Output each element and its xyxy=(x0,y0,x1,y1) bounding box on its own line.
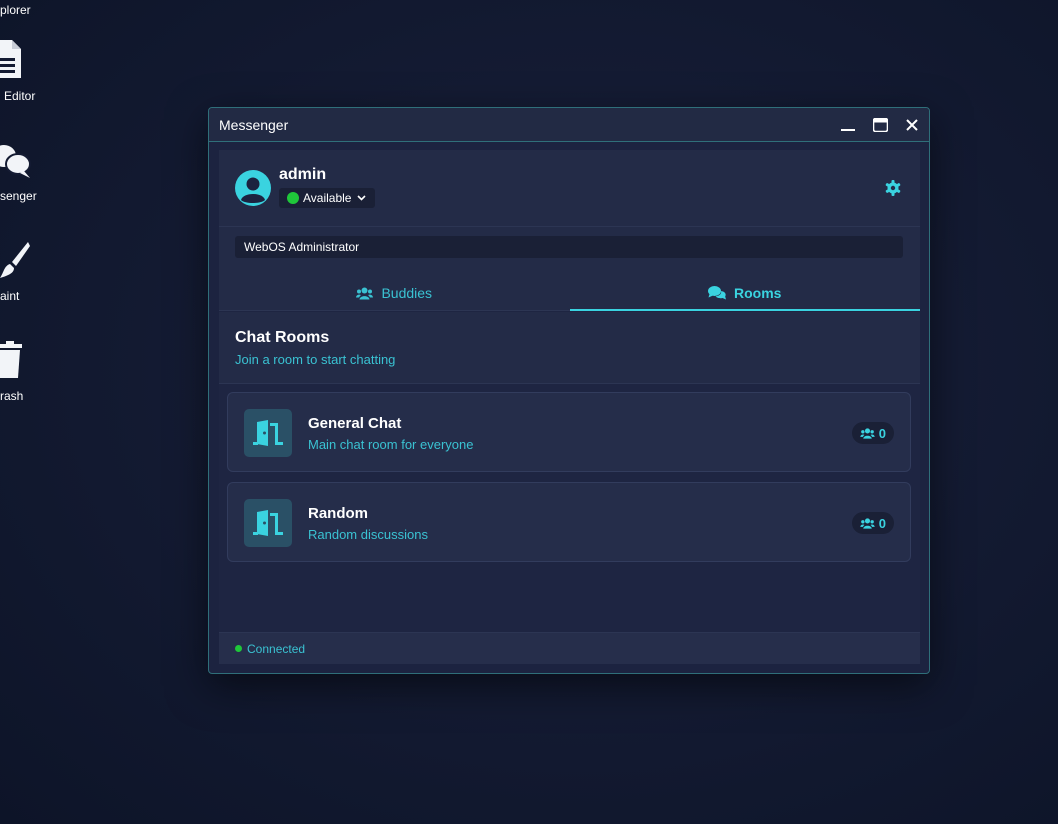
window-title: Messenger xyxy=(219,116,289,133)
rooms-title: Chat Rooms xyxy=(235,329,330,346)
connection-status-bar: Connected xyxy=(219,632,920,664)
status-message-row: WebOS Administrator xyxy=(219,227,920,277)
desktop-icon-label: aint xyxy=(0,289,20,303)
status-dropdown[interactable]: Available xyxy=(279,188,375,208)
tab-label: Buddies xyxy=(381,285,433,301)
status-message-input[interactable]: WebOS Administrator xyxy=(235,236,903,258)
room-name: Random xyxy=(308,505,368,522)
desktop-icon-editor[interactable]: Editor xyxy=(0,40,60,106)
rooms-subtitle: Join a room to start chatting xyxy=(235,352,396,367)
room-count-value: 0 xyxy=(878,515,886,531)
settings-button[interactable] xyxy=(884,179,902,197)
profile-header: admin Available xyxy=(219,150,920,227)
desktop-icon-label: plorer xyxy=(0,3,31,17)
gear-icon xyxy=(885,180,901,196)
room-member-count: 0 xyxy=(851,512,894,534)
close-icon xyxy=(906,118,918,131)
status-indicator xyxy=(287,192,299,204)
desktop-icon-label: Editor xyxy=(4,89,36,103)
tab-rooms[interactable]: Rooms xyxy=(569,276,920,311)
door-open-icon xyxy=(253,420,283,446)
desktop-icon-messenger[interactable]: senger xyxy=(0,140,60,206)
desktop-icon-paint[interactable]: aint xyxy=(0,240,60,306)
door-open-icon xyxy=(253,510,283,536)
tab-buddies[interactable]: Buddies xyxy=(219,276,570,311)
users-icon xyxy=(356,287,374,299)
document-icon xyxy=(0,40,21,78)
room-icon xyxy=(244,499,292,547)
window-controls xyxy=(839,108,921,141)
minimize-icon xyxy=(841,128,855,131)
users-icon xyxy=(860,427,875,439)
desktop-icon-trash[interactable]: rash xyxy=(0,340,60,406)
username: admin xyxy=(279,166,327,183)
desktop-icon-label: senger xyxy=(0,189,37,203)
maximize-icon xyxy=(872,117,888,132)
user-avatar-icon xyxy=(241,177,265,203)
avatar xyxy=(235,170,271,206)
minimize-button[interactable] xyxy=(839,116,857,134)
rooms-header: Chat Rooms Join a room to start chatting xyxy=(219,312,920,384)
chat-icon xyxy=(0,145,31,178)
room-count-value: 0 xyxy=(878,425,886,441)
comments-icon xyxy=(708,285,727,299)
messenger-window: Messenger admin Available WebOS Administ… xyxy=(208,107,930,674)
room-name: General Chat xyxy=(308,415,402,432)
connection-indicator xyxy=(235,645,242,652)
room-member-count: 0 xyxy=(851,422,894,444)
tab-label: Rooms xyxy=(734,284,782,301)
trash-icon xyxy=(0,341,22,378)
status-label: Available xyxy=(303,191,352,205)
room-card-random[interactable]: Random Random discussions 0 xyxy=(227,482,911,562)
paintbrush-icon xyxy=(0,242,30,278)
desktop-icon-explorer[interactable]: plorer xyxy=(0,0,60,20)
room-icon xyxy=(244,409,292,457)
messenger-tabs: Buddies Rooms xyxy=(219,276,920,311)
maximize-button[interactable] xyxy=(871,116,889,134)
desktop-icon-label: rash xyxy=(0,389,24,403)
messenger-content: admin Available WebOS Administrator Budd… xyxy=(219,150,920,664)
users-icon xyxy=(860,517,875,529)
connection-status: Connected xyxy=(247,641,306,656)
room-card-general-chat[interactable]: General Chat Main chat room for everyone… xyxy=(227,392,911,472)
chevron-down-icon xyxy=(357,195,367,201)
room-description: Random discussions xyxy=(308,527,428,542)
room-description: Main chat room for everyone xyxy=(308,437,474,452)
close-button[interactable] xyxy=(903,116,921,134)
window-titlebar[interactable]: Messenger xyxy=(209,108,929,142)
